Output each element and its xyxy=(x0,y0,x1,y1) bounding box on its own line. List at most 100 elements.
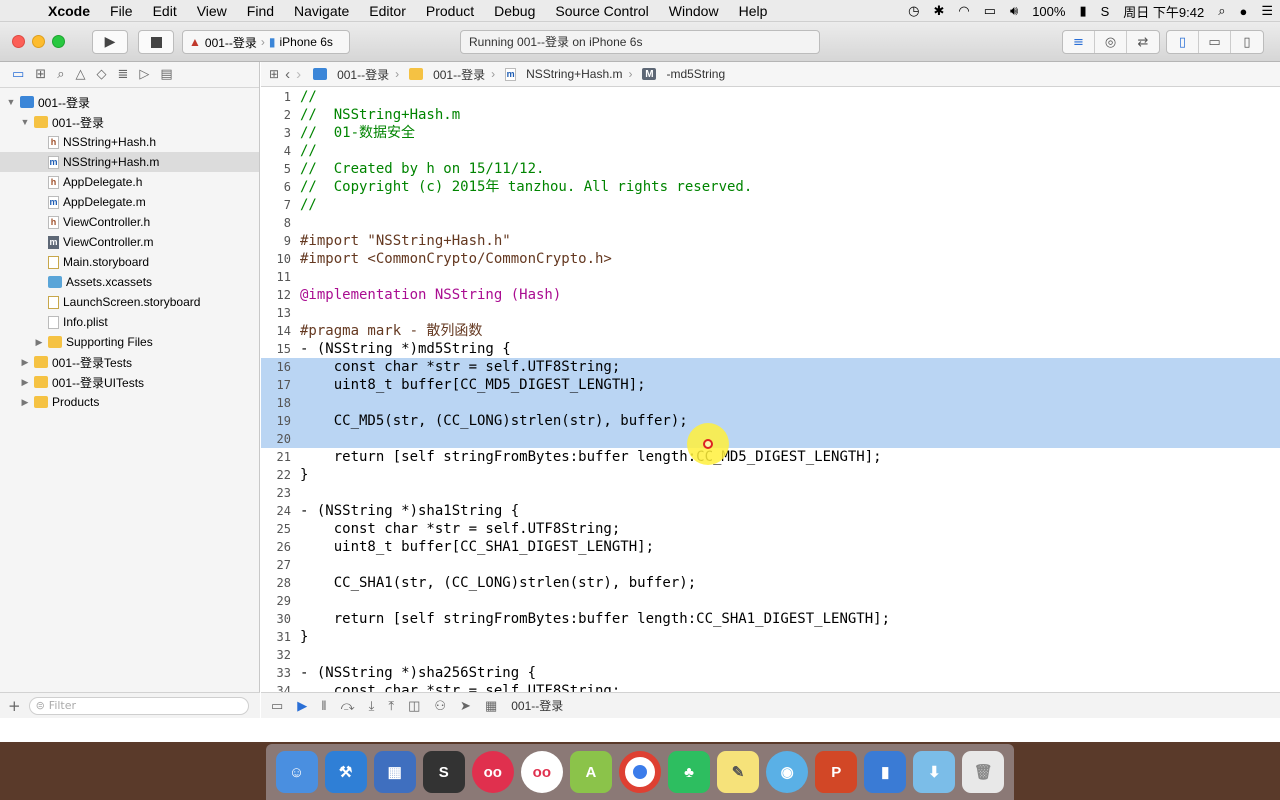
version-editor-icon[interactable]: ⇄ xyxy=(1127,31,1159,53)
code-line[interactable]: 10 #import <CommonCrypto/CommonCrypto.h> xyxy=(261,250,1280,268)
debug-icon[interactable]: ≣ xyxy=(117,67,128,82)
stickies-icon[interactable]: ✎ xyxy=(717,751,760,793)
airplay-icon[interactable]: ▭ xyxy=(977,3,1003,19)
code-line[interactable]: 13 xyxy=(261,304,1280,322)
chrome-icon[interactable] xyxy=(618,751,661,793)
code-text[interactable]: } xyxy=(300,628,308,646)
code-line[interactable]: 22} xyxy=(261,466,1280,484)
code-text[interactable]: CC_SHA1(str, (CC_LONG)strlen(str), buffe… xyxy=(300,574,696,592)
line-number[interactable]: 28 xyxy=(261,574,291,592)
powerpoint-icon[interactable]: P xyxy=(815,751,858,793)
code-line[interactable]: 26 uint8_t buffer[CC_SHA1_DIGEST_LENGTH]… xyxy=(261,538,1280,556)
line-number[interactable]: 16 xyxy=(261,358,291,376)
filter-input[interactable]: ⊜ Filter xyxy=(28,696,249,715)
line-number[interactable]: 29 xyxy=(261,592,291,610)
code-line[interactable]: 30 return [self stringFromBytes:buffer l… xyxy=(261,610,1280,628)
android-studio-icon[interactable]: A xyxy=(569,751,612,793)
line-number[interactable]: 5 xyxy=(261,160,291,178)
code-text[interactable]: // Copyright (c) 2015年 tanzhou. All righ… xyxy=(300,178,752,196)
tree-file[interactable]: Main.storyboard xyxy=(0,252,259,272)
volume-icon[interactable]: 🔊︎ xyxy=(1003,3,1025,19)
code-text[interactable]: // xyxy=(300,142,317,160)
tree-group[interactable]: ▶ 001--登录Tests xyxy=(0,352,259,372)
menu-editor[interactable]: Editor xyxy=(359,3,416,19)
tree-file[interactable]: h AppDelegate.h xyxy=(0,172,259,192)
line-number[interactable]: 30 xyxy=(261,610,291,628)
line-number[interactable]: 14 xyxy=(261,322,291,340)
siri-icon[interactable]: ● xyxy=(1232,4,1254,19)
tree-file[interactable]: h NSString+Hash.h xyxy=(0,132,259,152)
code-text[interactable]: - (NSString *)sha1String { xyxy=(300,502,519,520)
line-number[interactable]: 33 xyxy=(261,664,291,682)
line-number[interactable]: 8 xyxy=(261,214,291,232)
back-icon[interactable]: ‹ xyxy=(285,66,290,83)
notification-center-icon[interactable]: ☰ xyxy=(1254,3,1280,19)
xcode-icon[interactable]: ⚒ xyxy=(324,751,367,793)
code-line[interactable]: 23 xyxy=(261,484,1280,502)
minimize-window-button[interactable] xyxy=(32,35,45,48)
menu-product[interactable]: Product xyxy=(416,3,484,19)
assistant-editor-icon[interactable]: ◎ xyxy=(1095,31,1127,53)
simulator-icon[interactable]: ▮ xyxy=(864,751,907,793)
evernote-icon[interactable]: ♣ xyxy=(668,751,711,793)
folder-icon[interactable]: ▭ xyxy=(12,67,24,82)
tree-file[interactable]: Info.plist xyxy=(0,312,259,332)
line-number[interactable]: 2 xyxy=(261,106,291,124)
menu-view[interactable]: View xyxy=(187,3,237,19)
hide-debug-area-icon[interactable]: ▭ xyxy=(271,698,283,714)
symbol-icon[interactable]: ⊞ xyxy=(35,67,46,82)
report-icon[interactable]: ▤ xyxy=(160,67,172,82)
code-text[interactable]: - (NSString *)md5String { xyxy=(300,340,511,358)
sublime-text-icon[interactable]: S xyxy=(422,751,465,793)
code-line[interactable]: 16 const char *str = self.UTF8String; xyxy=(261,358,1280,376)
search-icon[interactable]: ⌕ xyxy=(57,67,64,82)
line-number[interactable]: 10 xyxy=(261,250,291,268)
disclosure-closed-icon[interactable]: ▶ xyxy=(20,397,30,408)
line-number[interactable]: 20 xyxy=(261,430,291,448)
clock[interactable]: 周日 下午9:42 xyxy=(1116,2,1211,21)
menu-navigate[interactable]: Navigate xyxy=(284,3,359,19)
line-number[interactable]: 22 xyxy=(261,466,291,484)
code-text[interactable]: } xyxy=(300,466,308,484)
line-number[interactable]: 24 xyxy=(261,502,291,520)
code-text[interactable]: // xyxy=(300,88,317,106)
line-number[interactable]: 25 xyxy=(261,520,291,538)
line-number[interactable]: 7 xyxy=(261,196,291,214)
code-line[interactable]: 15 - (NSString *)md5String { xyxy=(261,340,1280,358)
pause-icon[interactable]: ‖ xyxy=(321,698,326,713)
code-line[interactable]: 7 // xyxy=(261,196,1280,214)
battery-icon[interactable]: ▮ xyxy=(1072,3,1093,19)
code-area[interactable]: 1 // 2 // NSString+Hash.m 3 // 01-数据安全 4 // 5 // … xyxy=(261,88,1280,693)
preview-icon[interactable]: ▦ xyxy=(373,751,416,793)
spotlight-icon[interactable]: ⌕ xyxy=(1211,3,1232,19)
breakpoints-toggle-icon[interactable]: ▶ xyxy=(297,698,307,714)
menu-edit[interactable]: Edit xyxy=(143,3,187,19)
tree-group[interactable]: ▶ Products xyxy=(0,392,259,412)
disclosure-closed-icon[interactable]: ▶ xyxy=(34,337,44,348)
test-icon[interactable]: ◇ xyxy=(96,67,106,82)
tree-folder[interactable]: ▶ Supporting Files xyxy=(0,332,259,352)
close-window-button[interactable] xyxy=(12,35,25,48)
line-number[interactable]: 19 xyxy=(261,412,291,430)
code-line[interactable]: 31} xyxy=(261,628,1280,646)
flashback-player-icon[interactable]: oo xyxy=(520,751,563,793)
line-number[interactable]: 15 xyxy=(261,340,291,358)
add-icon[interactable]: + xyxy=(8,697,21,715)
code-text[interactable]: return [self stringFromBytes:buffer leng… xyxy=(300,448,882,466)
code-line[interactable]: 2 // NSString+Hash.m xyxy=(261,106,1280,124)
menu-source-control[interactable]: Source Control xyxy=(545,3,658,19)
scheme-selector[interactable]: ▲ 001--登录 › ▮ iPhone 6s xyxy=(182,30,350,54)
code-text[interactable]: // Created by h on 15/11/12. xyxy=(300,160,544,178)
code-line[interactable]: 11 xyxy=(261,268,1280,286)
downloads-folder-icon[interactable]: ⬇ xyxy=(913,751,956,793)
flashback-icon[interactable]: oo xyxy=(471,751,514,793)
code-text[interactable]: // 01-数据安全 xyxy=(300,124,415,142)
menu-find[interactable]: Find xyxy=(237,3,284,19)
line-number[interactable]: 21 xyxy=(261,448,291,466)
input-source-icon[interactable]: S xyxy=(1094,4,1117,19)
line-number[interactable]: 4 xyxy=(261,142,291,160)
tree-file[interactable]: m ViewController.m xyxy=(0,232,259,252)
code-line[interactable]: 14 #pragma mark - 散列函数 xyxy=(261,322,1280,340)
zoom-window-button[interactable] xyxy=(52,35,65,48)
forward-icon[interactable]: › xyxy=(296,66,301,83)
